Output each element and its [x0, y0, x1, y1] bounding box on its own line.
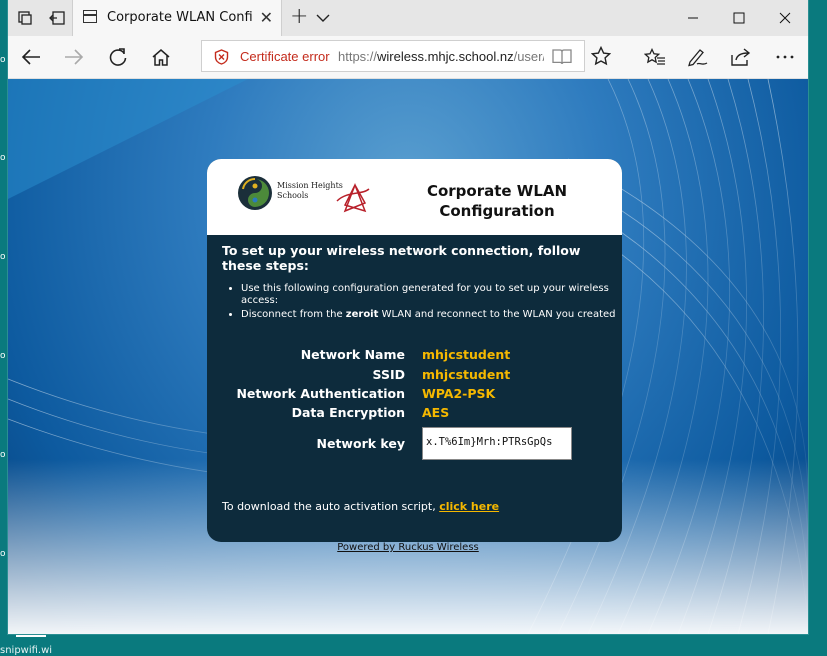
home-icon[interactable]: [147, 44, 175, 70]
step2-text-a: Disconnect from the: [241, 309, 346, 320]
navigation-bar: Certificate error https://wireless.mhjc.…: [8, 36, 808, 79]
encryption-value: AES: [422, 405, 450, 420]
refresh-icon[interactable]: [104, 44, 132, 70]
tab-title: Corporate WLAN Config: [107, 10, 253, 25]
set-tabs-aside-icon[interactable]: [48, 9, 66, 27]
step2-text-b: WLAN and reconnect to the WLAN you creat…: [378, 309, 616, 320]
more-menu-icon[interactable]: [771, 44, 799, 70]
tab-preview-icon[interactable]: [16, 9, 34, 27]
page-title: Corporate WLAN Configuration: [417, 181, 577, 221]
back-arrow-icon[interactable]: [17, 44, 45, 70]
desktop-file-label[interactable]: snipwifi.wi: [0, 645, 52, 656]
network-key-label: Network key: [316, 436, 405, 451]
forward-arrow-icon[interactable]: [60, 44, 88, 70]
instruction-step-1: Use this following configuration generat…: [241, 283, 622, 307]
page-viewport: Mission Heights Schools Corporate WLAN C…: [8, 79, 808, 634]
network-key-field[interactable]: x.T%6Im}Mrh:PTRsGpQs: [422, 427, 572, 460]
download-script-link[interactable]: click here: [439, 500, 499, 513]
logo-text: Mission Heights Schools: [277, 181, 343, 201]
tab-active[interactable]: Corporate WLAN Config ✕: [72, 0, 282, 36]
desktop-glyph: o: [0, 450, 6, 460]
ssid-value: mhjcstudent: [422, 367, 511, 382]
favorite-star-icon[interactable]: [590, 45, 612, 70]
favorites-hub-icon[interactable]: [641, 44, 669, 70]
reading-view-icon[interactable]: [552, 48, 572, 69]
logo-text-line1: Mission Heights: [277, 181, 343, 190]
browser-window: Corporate WLAN Config ✕ + Certificate er…: [8, 0, 808, 634]
url-text[interactable]: https://wireless.mhjc.school.nz/user/: [338, 49, 544, 64]
network-name-label: Network Name: [300, 347, 405, 362]
logo-text-line2: Schools: [277, 191, 309, 200]
address-bar[interactable]: Certificate error https://wireless.mhjc.…: [201, 40, 585, 72]
desktop-glyph: o: [0, 153, 6, 163]
ssid-label: SSID: [372, 367, 405, 382]
wlan-config-card: Mission Heights Schools Corporate WLAN C…: [207, 159, 622, 542]
desktop-selection-bar: [16, 634, 46, 637]
download-text: To download the auto activation script,: [222, 500, 440, 513]
desktop-glyph: o: [0, 55, 6, 65]
certificate-error-shield-icon[interactable]: [214, 49, 229, 69]
powered-by-footer: Powered by Ruckus Wireless: [8, 542, 808, 553]
minimize-button[interactable]: [670, 0, 716, 36]
zeroit-wlan-name: zeroit: [345, 309, 379, 320]
instruction-step-2: Disconnect from the zeroit WLAN and reco…: [241, 309, 622, 321]
page-title-line2: Configuration: [439, 202, 555, 220]
tab-close-icon[interactable]: ✕: [260, 8, 273, 27]
url-path: /user/: [513, 49, 544, 64]
url-host: wireless.mhjc.school.nz: [377, 49, 514, 64]
encryption-label: Data Encryption: [291, 405, 405, 420]
maximize-button[interactable]: [716, 0, 762, 36]
page-title-line1: Corporate WLAN: [426, 182, 568, 200]
instructions-heading: To set up your wireless network connecti…: [222, 243, 581, 273]
auth-value: WPA2-PSK: [422, 386, 496, 401]
web-note-pen-icon[interactable]: [684, 44, 712, 70]
download-line: To download the auto activation script, …: [222, 500, 499, 513]
tab-list-chevron-icon[interactable]: [316, 8, 330, 27]
close-window-button[interactable]: [762, 0, 808, 36]
desktop-glyph: o: [0, 252, 6, 262]
card-header: Mission Heights Schools Corporate WLAN C…: [207, 159, 622, 235]
network-name-value: mhjcstudent: [422, 347, 511, 362]
desktop-glyph: o: [0, 549, 6, 559]
url-scheme: https://: [338, 49, 378, 64]
share-icon[interactable]: [727, 44, 755, 70]
desktop-glyph: o: [0, 351, 6, 361]
powered-by-link[interactable]: Powered by Ruckus Wireless: [337, 542, 479, 553]
auth-label: Network Authentication: [236, 386, 405, 401]
new-tab-button[interactable]: +: [290, 4, 308, 29]
tab-bar: Corporate WLAN Config ✕ +: [8, 0, 808, 36]
page-icon: [83, 10, 97, 23]
instructions-list: Use this following configuration generat…: [229, 283, 622, 323]
certificate-error-label[interactable]: Certificate error: [240, 49, 330, 64]
